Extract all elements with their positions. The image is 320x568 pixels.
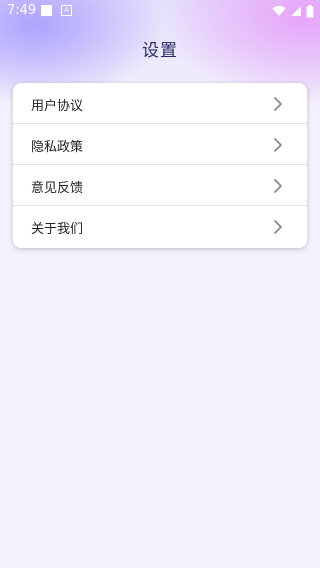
chevron-right-icon <box>274 179 282 193</box>
settings-item-privacy-policy[interactable]: 隐私政策 <box>13 124 307 165</box>
settings-card: 用户协议 隐私政策 意见反馈 关于我们 <box>13 83 307 248</box>
page-title: 设置 <box>142 41 178 61</box>
wifi-icon <box>272 5 286 16</box>
signal-icon <box>291 6 301 16</box>
settings-item-label: 关于我们 <box>31 222 84 237</box>
chevron-right-icon <box>274 138 282 152</box>
settings-item-label: 用户协议 <box>31 99 84 114</box>
settings-item-user-agreement[interactable]: 用户协议 <box>13 83 307 124</box>
status-system-icons <box>272 4 314 18</box>
settings-item-label: 隐私政策 <box>31 140 84 155</box>
status-time: 7:49 <box>7 3 37 18</box>
status-bar: 7:49 A <box>0 0 320 24</box>
battery-icon <box>306 4 314 17</box>
square-icon <box>41 5 52 16</box>
chevron-right-icon <box>274 97 282 111</box>
settings-item-about-us[interactable]: 关于我们 <box>13 206 307 247</box>
settings-item-feedback[interactable]: 意见反馈 <box>13 165 307 206</box>
a-icon: A <box>61 5 72 16</box>
chevron-right-icon <box>274 220 282 234</box>
settings-item-label: 意见反馈 <box>31 181 84 196</box>
